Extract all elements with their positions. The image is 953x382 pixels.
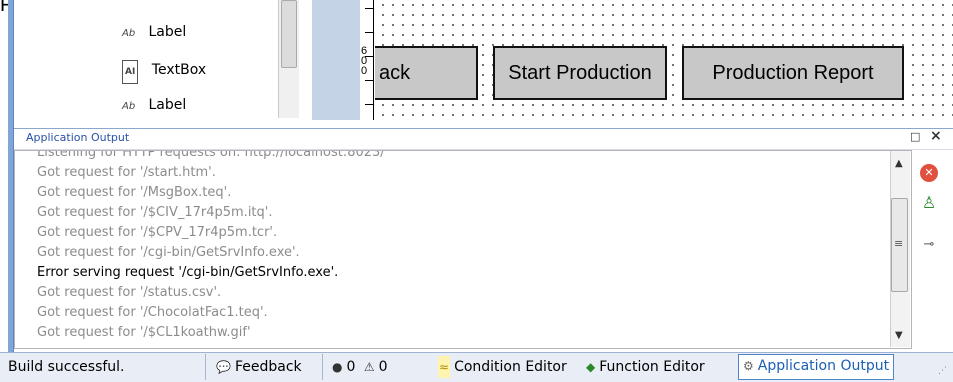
output-log[interactable]: Listening for HTTP requests on: http://l… bbox=[14, 150, 912, 349]
condition-editor-tab[interactable]: ≈ Condition Editor bbox=[438, 356, 567, 378]
function-editor-label: Function Editor bbox=[599, 359, 705, 375]
ruler-tick bbox=[365, 8, 373, 9]
log-line: Listening for HTTP requests on: http://l… bbox=[37, 150, 385, 160]
resize-grip-icon[interactable]: ⋰ bbox=[938, 366, 947, 376]
error-warning-counts[interactable]: ● 0 ⚠ 0 bbox=[332, 356, 388, 378]
status-separator bbox=[205, 354, 206, 380]
toolbox-scroll-thumb[interactable] bbox=[281, 0, 297, 68]
log-line-error: Error serving request '/cgi-bin/GetSrvIn… bbox=[37, 265, 339, 280]
log-line: Got request for '/status.csv'. bbox=[37, 285, 222, 300]
scroll-grip-icon: ≡ bbox=[894, 237, 904, 250]
function-editor-tab[interactable]: ◆ Function Editor bbox=[586, 356, 705, 378]
toolbox-item-text: TextBox bbox=[151, 62, 207, 78]
toolbox-item-label[interactable]: Ab Label bbox=[122, 94, 186, 116]
ruler-tick bbox=[365, 104, 373, 105]
log-line: Got request for '/start.htm'. bbox=[37, 165, 216, 180]
scroll-down-arrow-icon[interactable]: ▼ bbox=[895, 330, 903, 341]
ruler-tick bbox=[365, 32, 373, 33]
ruler-tick bbox=[365, 80, 373, 81]
restore-icon[interactable]: □ bbox=[910, 130, 920, 143]
errors-count: 0 bbox=[346, 359, 356, 375]
speech-bubble-icon: 💬 bbox=[216, 360, 231, 374]
application-output-icon: ⚙ bbox=[743, 359, 754, 373]
log-line: Got request for '/cgi-bin/GetSrvInfo.exe… bbox=[37, 245, 300, 260]
error-icon: ● bbox=[332, 360, 343, 374]
feedback-label: Feedback bbox=[234, 359, 302, 375]
log-line: Got request for '/$CL1koathw.gif' bbox=[37, 325, 251, 340]
close-icon[interactable]: × bbox=[930, 128, 942, 144]
function-editor-icon: ◆ bbox=[586, 360, 596, 374]
pin-icon[interactable]: ⊸ bbox=[920, 236, 938, 254]
toolbox-item-text: Label bbox=[148, 97, 187, 113]
toolbox-panel: Ab Label AI TextBox Ab Label bbox=[14, 0, 310, 120]
build-status: Build successful. bbox=[8, 359, 125, 375]
output-pane-title: Application Output bbox=[26, 131, 130, 144]
start-production-button[interactable]: Start Production bbox=[493, 46, 667, 100]
application-output-label: Application Output bbox=[757, 358, 890, 374]
output-pane-header bbox=[14, 128, 953, 150]
production-report-button[interactable]: Production Report bbox=[682, 46, 904, 100]
label-icon: Ab bbox=[122, 101, 136, 112]
condition-editor-icon: ≈ bbox=[438, 356, 451, 378]
feedback-button[interactable]: 💬 Feedback bbox=[216, 356, 302, 378]
log-line: Got request for '/MsgBox.teq'. bbox=[37, 185, 232, 200]
scroll-up-arrow-icon[interactable]: ▲ bbox=[895, 158, 903, 169]
log-line: Got request for '/ChocolatFac1.teq'. bbox=[37, 305, 268, 320]
condition-editor-label: Condition Editor bbox=[454, 359, 567, 375]
textbox-icon: AI bbox=[122, 60, 139, 84]
toolbox-item-text: Label bbox=[148, 24, 187, 40]
clear-output-icon[interactable]: ♙ bbox=[920, 194, 938, 212]
toolbox-item-textbox[interactable]: AI TextBox bbox=[122, 59, 207, 84]
ruler-line bbox=[373, 0, 374, 120]
toolbox-item-label[interactable]: Ab Label bbox=[122, 21, 186, 43]
status-separator bbox=[322, 354, 323, 380]
ruler-number: 0 bbox=[361, 65, 368, 77]
warning-icon: ⚠ bbox=[363, 360, 375, 374]
label-icon: Ab bbox=[122, 28, 136, 39]
application-output-tab[interactable]: ⚙ Application Output bbox=[738, 354, 895, 380]
back-button[interactable]: ack bbox=[375, 46, 478, 100]
warnings-count: 0 bbox=[378, 359, 388, 375]
log-line: Got request for '/$CPV_17r4p5m.tcr'. bbox=[37, 225, 278, 240]
log-line: Got request for '/$CIV_17r4p5m.itq'. bbox=[37, 205, 273, 220]
ruler-numbers: 6 0 0 bbox=[361, 46, 368, 77]
stop-icon[interactable]: ✕ bbox=[920, 164, 938, 182]
design-canvas[interactable]: ack Start Production Production Report bbox=[375, 0, 953, 120]
